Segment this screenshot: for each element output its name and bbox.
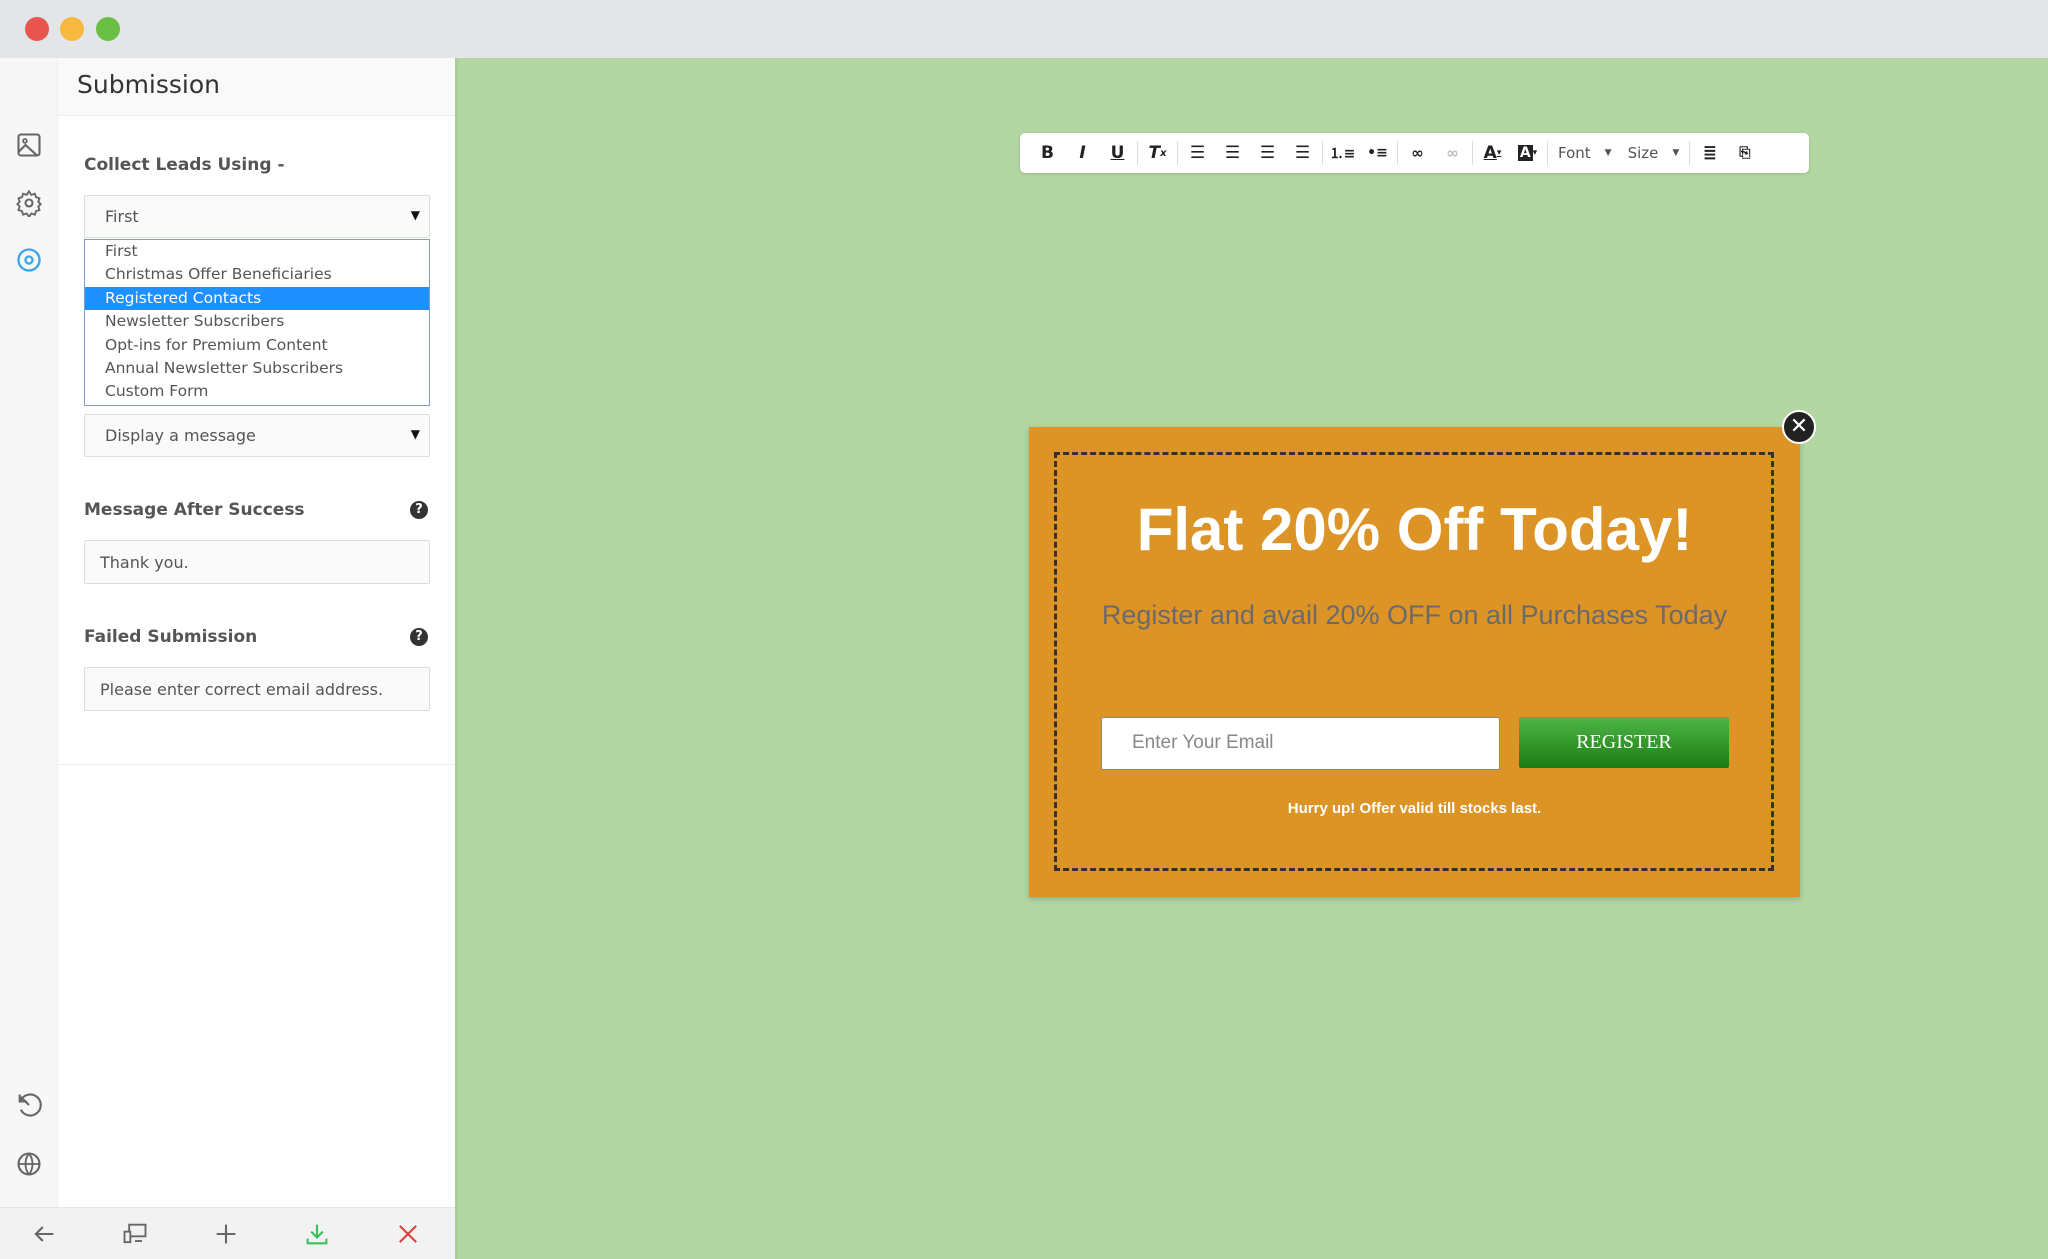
history-icon[interactable] bbox=[15, 1091, 43, 1119]
option-christmas-offer[interactable]: Christmas Offer Beneficiaries bbox=[85, 263, 429, 286]
size-dropdown[interactable]: Size ▼ bbox=[1620, 144, 1688, 162]
window-close-button[interactable] bbox=[25, 17, 49, 41]
popup-subheading: Register and avail 20% OFF on all Purcha… bbox=[1101, 600, 1728, 630]
caret-down-icon: ▼ bbox=[410, 208, 420, 222]
caret-down-icon: ▼ bbox=[1672, 148, 1680, 158]
title-bar bbox=[0, 0, 2048, 58]
option-newsletter[interactable]: Newsletter Subscribers bbox=[85, 310, 429, 333]
popup-note: Hurry up! Offer valid till stocks last. bbox=[1287, 800, 1542, 817]
back-arrow-icon[interactable] bbox=[30, 1220, 58, 1248]
background-color-icon[interactable]: A ▾ bbox=[1510, 138, 1545, 168]
bold-button[interactable]: B bbox=[1030, 138, 1065, 168]
action-select[interactable]: Display a message ▼ bbox=[84, 414, 430, 457]
divider bbox=[58, 764, 455, 765]
separator bbox=[1689, 141, 1691, 165]
option-custom-form[interactable]: Custom Form bbox=[85, 380, 429, 403]
responsive-devices-icon[interactable] bbox=[121, 1220, 149, 1248]
text-color-icon[interactable]: A ▾ bbox=[1475, 138, 1510, 168]
email-input[interactable]: Enter Your Email bbox=[1101, 717, 1500, 770]
window-maximize-button[interactable] bbox=[96, 17, 120, 41]
numbered-list-icon[interactable]: ⒈≡ bbox=[1325, 138, 1360, 168]
separator bbox=[1322, 141, 1323, 165]
gear-icon[interactable] bbox=[15, 189, 43, 217]
option-annual-newsletter[interactable]: Annual Newsletter Subscribers bbox=[85, 357, 429, 380]
success-message-input[interactable]: Thank you. bbox=[84, 540, 430, 584]
separator bbox=[1137, 141, 1138, 165]
icon-rail bbox=[0, 58, 58, 1207]
select-value: Display a message bbox=[105, 426, 256, 445]
promo-popup: Flat 20% Off Today! Register and avail 2… bbox=[1029, 410, 1816, 897]
editor-canvas: B I U Tx ☰ ☰ ☰ ☰ ⒈≡ •≡ ∞ ∞ A ▾ A ▾ Font ▼ S… bbox=[455, 58, 2048, 1259]
plus-icon[interactable] bbox=[212, 1220, 240, 1248]
separator bbox=[1177, 141, 1178, 165]
clear-format-icon[interactable]: Tx bbox=[1140, 138, 1175, 168]
align-left-icon[interactable]: ☰ bbox=[1180, 138, 1215, 168]
bulleted-list-icon[interactable]: •≡ bbox=[1360, 138, 1395, 168]
source-code-icon[interactable]: ⎘ bbox=[1727, 138, 1762, 168]
image-icon[interactable] bbox=[15, 131, 43, 159]
justify-icon[interactable]: ☰ bbox=[1285, 138, 1320, 168]
bottom-bar bbox=[0, 1207, 455, 1259]
align-right-icon[interactable]: ☰ bbox=[1250, 138, 1285, 168]
option-registered-contacts[interactable]: Registered Contacts bbox=[85, 286, 429, 311]
submission-panel: Submission Collect Leads Using - First ▼ … bbox=[58, 58, 455, 1207]
unlink-icon[interactable]: ∞ bbox=[1435, 138, 1470, 168]
panel-title: Submission bbox=[58, 58, 455, 116]
failed-label: Failed Submission bbox=[84, 627, 258, 647]
size-label: Size bbox=[1627, 144, 1659, 162]
success-label: Message After Success bbox=[84, 500, 305, 520]
align-center-icon[interactable]: ☰ bbox=[1215, 138, 1250, 168]
separator bbox=[1472, 141, 1473, 165]
register-button[interactable]: REGISTER bbox=[1519, 717, 1729, 768]
close-icon[interactable] bbox=[394, 1220, 422, 1248]
link-icon[interactable]: ∞ bbox=[1400, 138, 1435, 168]
help-icon[interactable]: ? bbox=[410, 501, 428, 519]
window-minimize-button[interactable] bbox=[60, 17, 84, 41]
rich-text-toolbar: B I U Tx ☰ ☰ ☰ ☰ ⒈≡ •≡ ∞ ∞ A ▾ A ▾ Font ▼ S… bbox=[1020, 133, 1809, 173]
globe-icon[interactable] bbox=[15, 1150, 43, 1178]
collect-leads-options: First Christmas Offer Beneficiaries Regi… bbox=[84, 239, 430, 406]
option-first[interactable]: First bbox=[85, 240, 429, 263]
popup-close-icon[interactable]: ✕ bbox=[1782, 410, 1816, 444]
option-opt-ins[interactable]: Opt-ins for Premium Content bbox=[85, 334, 429, 357]
italic-button[interactable]: I bbox=[1065, 138, 1100, 168]
line-height-icon[interactable]: ≣ bbox=[1692, 138, 1727, 168]
font-label: Font bbox=[1558, 144, 1591, 162]
collect-leads-select[interactable]: First ▼ bbox=[84, 195, 430, 238]
popup-heading: Flat 20% Off Today! bbox=[1136, 496, 1693, 563]
download-icon[interactable] bbox=[303, 1220, 331, 1248]
font-dropdown[interactable]: Font ▼ bbox=[1550, 144, 1620, 162]
caret-down-icon: ▼ bbox=[410, 427, 420, 441]
separator bbox=[1397, 141, 1398, 165]
underline-button[interactable]: U bbox=[1100, 138, 1135, 168]
target-icon[interactable] bbox=[15, 246, 43, 274]
help-icon[interactable]: ? bbox=[410, 628, 428, 646]
caret-down-icon: ▼ bbox=[1604, 148, 1612, 158]
separator bbox=[1547, 141, 1548, 165]
select-value: First bbox=[105, 207, 139, 226]
collect-leads-label: Collect Leads Using - bbox=[84, 155, 285, 175]
failed-message-input[interactable]: Please enter correct email address. bbox=[84, 667, 430, 711]
